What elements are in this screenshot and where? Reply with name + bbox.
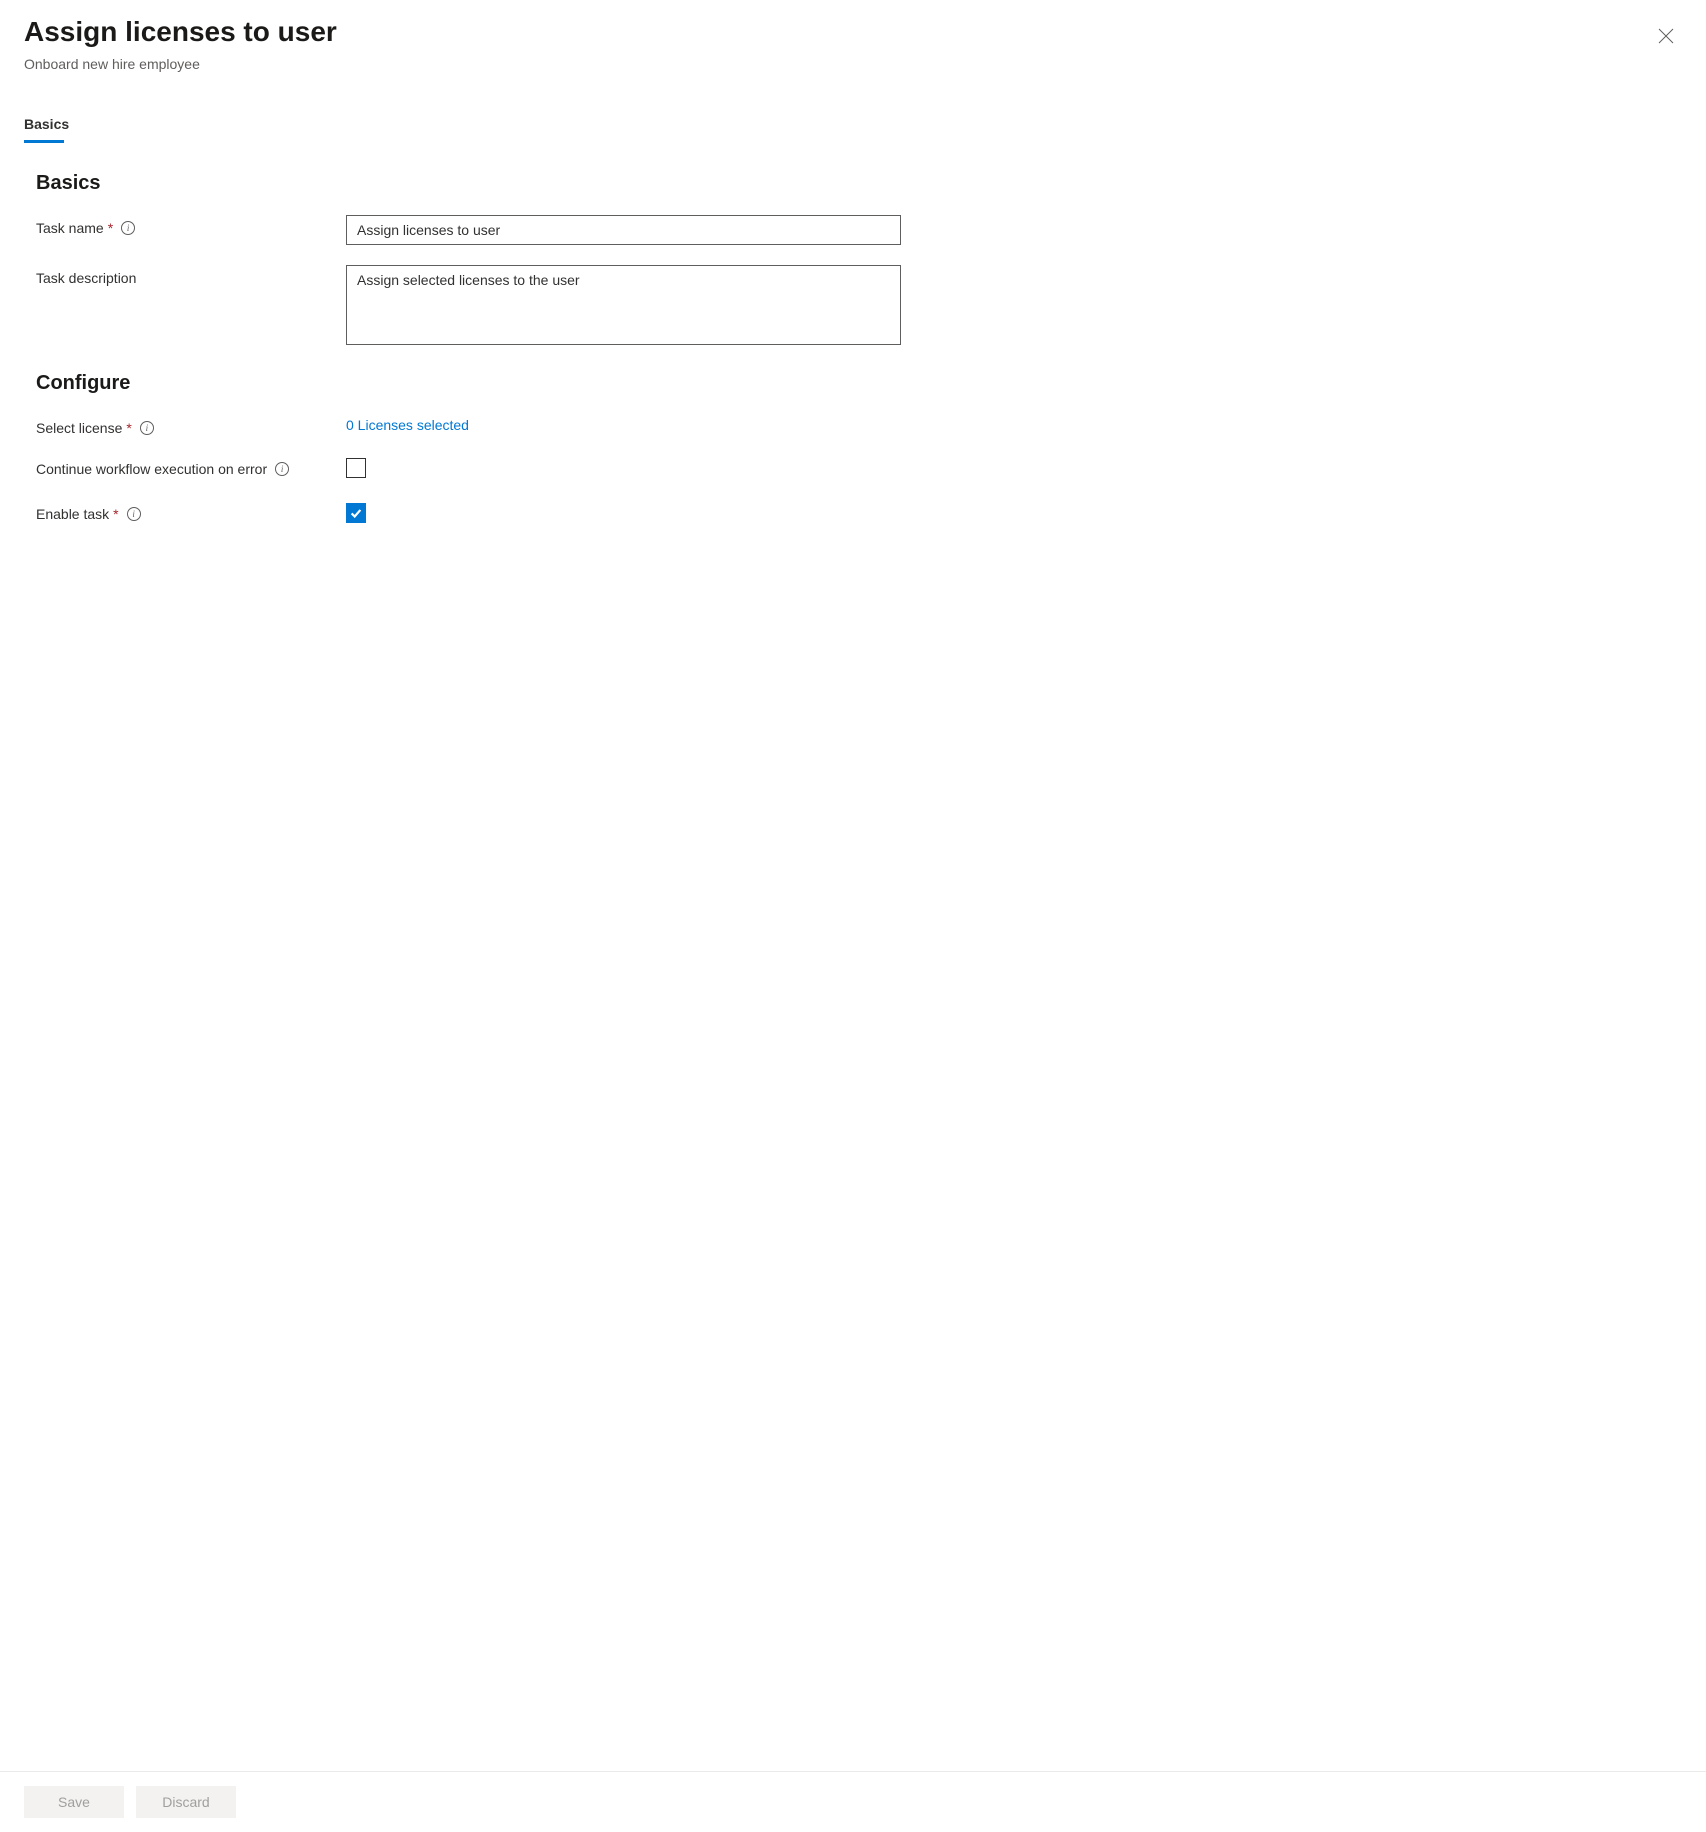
row-select-license: Select license * i 0 Licenses selected (36, 415, 1670, 436)
control-task-name (346, 215, 901, 245)
panel-header: Assign licenses to user Onboard new hire… (0, 0, 1706, 78)
close-button[interactable] (1650, 20, 1682, 52)
tabs: Basics (0, 106, 1706, 142)
licenses-selected-link[interactable]: 0 Licenses selected (346, 415, 469, 433)
enable-task-checkbox[interactable] (346, 503, 366, 523)
control-enable-task (346, 501, 901, 523)
label-select-license: Select license * i (36, 415, 346, 436)
section-heading-configure: Configure (36, 372, 1670, 395)
tab-basics[interactable]: Basics (24, 106, 69, 142)
label-task-description: Task description (36, 265, 346, 286)
required-indicator: * (108, 220, 113, 236)
label-task-name: Task name * i (36, 215, 346, 236)
row-continue-on-error: Continue workflow execution on error i (36, 456, 1670, 481)
info-icon[interactable]: i (127, 507, 141, 521)
discard-button[interactable]: Discard (136, 1786, 236, 1818)
required-indicator: * (126, 420, 131, 436)
control-task-description: Assign selected licenses to the user (346, 265, 901, 348)
footer: Save Discard (0, 1771, 1706, 1832)
continue-on-error-checkbox[interactable] (346, 458, 366, 478)
task-description-input[interactable]: Assign selected licenses to the user (346, 265, 901, 345)
panel-title: Assign licenses to user (24, 14, 1682, 50)
info-icon[interactable]: i (121, 221, 135, 235)
save-button[interactable]: Save (24, 1786, 124, 1818)
panel-subtitle: Onboard new hire employee (24, 56, 1682, 72)
required-indicator: * (113, 506, 118, 522)
close-icon (1658, 28, 1674, 44)
control-select-license: 0 Licenses selected (346, 415, 901, 433)
label-continue-on-error: Continue workflow execution on error i (36, 456, 346, 477)
checkmark-icon (349, 506, 363, 520)
label-enable-task: Enable task * i (36, 501, 346, 522)
assign-licenses-panel: Assign licenses to user Onboard new hire… (0, 0, 1706, 1832)
control-continue-on-error (346, 456, 901, 481)
row-enable-task: Enable task * i (36, 501, 1670, 523)
task-name-input[interactable] (346, 215, 901, 245)
info-icon[interactable]: i (275, 462, 289, 476)
row-task-name: Task name * i (36, 215, 1670, 245)
info-icon[interactable]: i (140, 421, 154, 435)
row-task-description: Task description Assign selected license… (36, 265, 1670, 348)
section-heading-basics: Basics (36, 172, 1670, 195)
content-area: Basics Task name * i Task description As… (0, 142, 1706, 1771)
